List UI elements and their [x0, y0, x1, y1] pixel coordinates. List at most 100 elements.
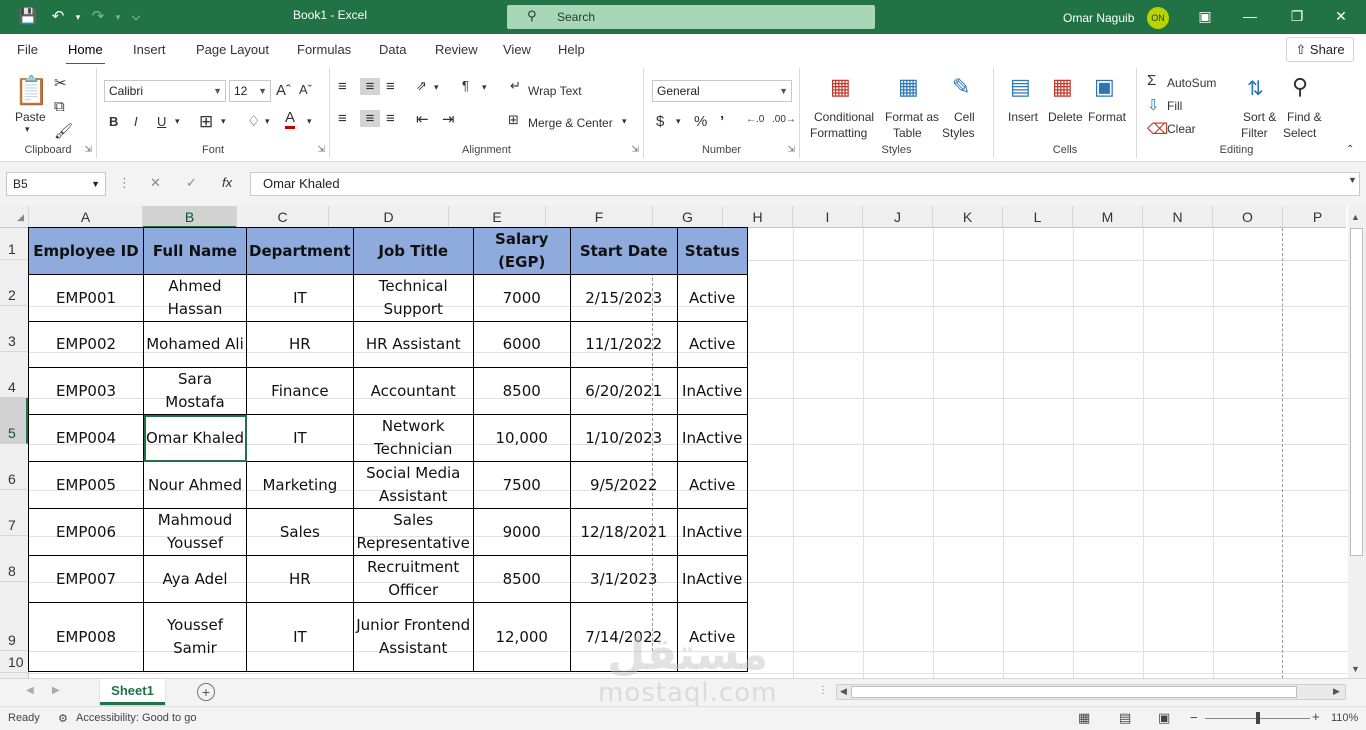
scroll-right-icon[interactable]: ▶: [1333, 686, 1340, 697]
cell[interactable]: EMP008: [28, 602, 144, 672]
cell[interactable]: Junior Frontend Assistant: [352, 602, 474, 672]
row-header-5[interactable]: 5: [0, 398, 28, 444]
tab-file[interactable]: File: [17, 42, 38, 57]
accessibility-status[interactable]: Accessibility: Good to go: [76, 712, 196, 724]
row-header-8[interactable]: 8: [0, 536, 28, 582]
cell[interactable]: HR Assistant: [352, 321, 474, 368]
page-break-preview-icon[interactable]: ▣: [1158, 710, 1170, 726]
cell[interactable]: Ahmed Hassan: [143, 274, 247, 322]
name-box[interactable]: B5 ▼: [6, 172, 106, 196]
decrease-decimal-icon[interactable]: .00→: [772, 114, 796, 125]
cell[interactable]: InActive: [676, 508, 748, 556]
zoom-slider-thumb[interactable]: [1256, 712, 1260, 724]
increase-decimal-icon[interactable]: ←.0: [746, 114, 764, 125]
copy-icon[interactable]: ⧉: [54, 98, 65, 115]
tab-view[interactable]: View: [503, 42, 531, 57]
cell[interactable]: Nour Ahmed: [143, 461, 247, 509]
autosum-button[interactable]: AutoSum: [1167, 76, 1216, 90]
tab-formulas[interactable]: Formulas: [297, 42, 351, 57]
horizontal-scrollbar[interactable]: ◀ ▶: [836, 684, 1346, 700]
font-size-combo[interactable]: 12 ▼: [229, 80, 271, 102]
close-icon[interactable]: ✕: [1326, 5, 1356, 27]
prev-sheet-icon[interactable]: ◀: [26, 685, 34, 696]
format-as-table-icon[interactable]: ▦: [898, 74, 919, 100]
header-cell[interactable]: Salary (EGP): [472, 227, 571, 275]
alignment-launcher-icon[interactable]: ⇲: [631, 144, 639, 155]
row-header-10[interactable]: 10: [0, 651, 28, 673]
column-header-a[interactable]: A: [29, 206, 143, 228]
header-cell[interactable]: Full Name: [143, 227, 247, 275]
cell[interactable]: 10,000: [472, 414, 571, 462]
user-name[interactable]: Omar Naguib: [1063, 11, 1134, 25]
scroll-thumb[interactable]: [1350, 228, 1363, 556]
bold-icon[interactable]: B: [109, 114, 118, 129]
column-header-f[interactable]: F: [546, 206, 653, 228]
cell[interactable]: 6000: [472, 321, 571, 368]
align-middle-icon[interactable]: ≡: [360, 78, 380, 95]
orientation-dropdown-icon[interactable]: ▾: [434, 82, 439, 93]
cell[interactable]: 2/15/2023: [569, 274, 678, 322]
clear-icon[interactable]: ⌫: [1147, 120, 1168, 138]
tab-insert[interactable]: Insert: [133, 42, 166, 57]
insert-cells-icon[interactable]: ▤: [1010, 74, 1031, 100]
align-center-icon[interactable]: ≡: [360, 110, 380, 127]
insert-cells-button[interactable]: Insert: [1008, 110, 1038, 124]
cell[interactable]: Active: [676, 321, 748, 368]
format-cells-button[interactable]: Format: [1088, 110, 1126, 124]
find-select-line2[interactable]: Select: [1283, 126, 1316, 140]
text-direction-icon[interactable]: ¶: [462, 78, 469, 93]
paste-icon[interactable]: 📋: [14, 74, 49, 107]
cell[interactable]: EMP002: [28, 321, 144, 368]
column-header-i[interactable]: I: [793, 206, 863, 228]
add-sheet-icon[interactable]: +: [197, 683, 215, 701]
increase-indent-icon[interactable]: ⇥: [442, 110, 455, 128]
column-header-d[interactable]: D: [329, 206, 449, 228]
format-as-table-line2[interactable]: Table: [893, 126, 922, 140]
sort-filter-line1[interactable]: Sort &: [1243, 110, 1276, 124]
cell[interactable]: Sara Mostafa: [143, 367, 247, 415]
minimize-icon[interactable]: —: [1235, 5, 1265, 27]
merge-dropdown-icon[interactable]: ▾: [622, 116, 627, 127]
sheet-tab-sheet1[interactable]: Sheet1: [100, 679, 165, 705]
cell-styles-icon[interactable]: ✎: [952, 74, 970, 100]
cell[interactable]: Social Media Assistant: [352, 461, 474, 509]
customize-toolbar-icon[interactable]: ⌵: [124, 6, 148, 28]
row-header-2[interactable]: 2: [0, 260, 28, 306]
collapse-ribbon-icon[interactable]: ⌃: [1346, 144, 1354, 155]
column-header-o[interactable]: O: [1213, 206, 1283, 228]
delete-cells-button[interactable]: Delete: [1048, 110, 1083, 124]
scroll-left-icon[interactable]: ◀: [840, 686, 847, 697]
cell[interactable]: 7000: [472, 274, 571, 322]
cell[interactable]: Mahmoud Youssef: [143, 508, 247, 556]
row-header-4[interactable]: 4: [0, 352, 28, 398]
font-color-icon[interactable]: A: [285, 110, 296, 129]
autosum-icon[interactable]: Σ: [1147, 72, 1156, 89]
align-top-icon[interactable]: ≡: [338, 78, 347, 95]
cell[interactable]: Marketing: [246, 461, 354, 509]
borders-dropdown-icon[interactable]: ▾: [221, 116, 226, 127]
decrease-indent-icon[interactable]: ⇤: [416, 110, 429, 128]
clear-button[interactable]: Clear: [1167, 122, 1196, 136]
cell[interactable]: Youssef Samir: [143, 602, 247, 672]
cell[interactable]: Technical Support: [352, 274, 474, 322]
cell[interactable]: 3/1/2023: [569, 555, 678, 603]
wrap-text-button[interactable]: Wrap Text: [528, 84, 582, 98]
header-cell[interactable]: Job Title: [352, 227, 474, 275]
cell[interactable]: IT: [246, 414, 354, 462]
zoom-out-icon[interactable]: −: [1190, 710, 1198, 725]
align-left-icon[interactable]: ≡: [338, 110, 347, 127]
column-header-h[interactable]: H: [723, 206, 793, 228]
header-cell[interactable]: Department: [246, 227, 354, 275]
cell-styles-line2[interactable]: Styles: [942, 126, 975, 140]
currency-icon[interactable]: $: [656, 113, 664, 130]
cell[interactable]: 7500: [472, 461, 571, 509]
merge-center-button[interactable]: Merge & Center: [528, 116, 613, 130]
tab-review[interactable]: Review: [435, 42, 478, 57]
enter-icon[interactable]: ✓: [186, 175, 197, 191]
scroll-thumb[interactable]: [851, 686, 1297, 698]
font-color-dropdown-icon[interactable]: ▾: [307, 116, 312, 127]
row-header-9[interactable]: 9: [0, 582, 28, 651]
conditional-formatting-icon[interactable]: ▦: [830, 74, 851, 100]
cell[interactable]: Mohamed Ali: [143, 321, 247, 368]
currency-dropdown-icon[interactable]: ▾: [676, 116, 681, 127]
